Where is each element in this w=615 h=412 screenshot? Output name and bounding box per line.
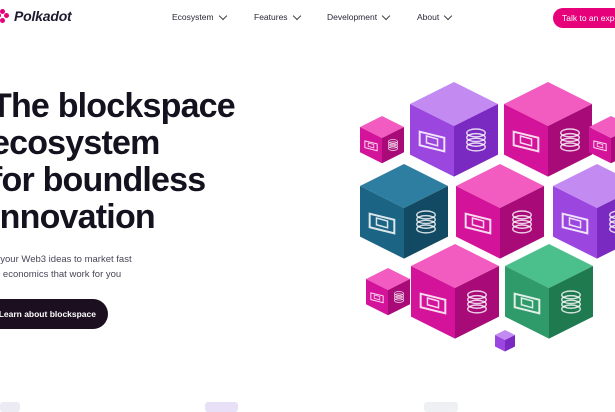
purple-cube <box>495 330 515 352</box>
green-cube <box>505 244 593 339</box>
blockspace-cubes-illustration <box>360 82 615 352</box>
magenta-cube <box>589 116 615 164</box>
feature-card-icon <box>0 402 20 412</box>
feature-card-icon <box>424 402 458 412</box>
magenta-cube <box>504 82 592 177</box>
purple-cube <box>553 164 615 259</box>
feature-card-icon <box>205 402 238 412</box>
magenta-cube <box>456 164 544 259</box>
magenta-cube <box>366 268 410 316</box>
teal-cube <box>360 164 448 259</box>
magenta-cube <box>360 116 404 164</box>
magenta-cube <box>411 244 499 339</box>
purple-cube <box>410 82 498 177</box>
